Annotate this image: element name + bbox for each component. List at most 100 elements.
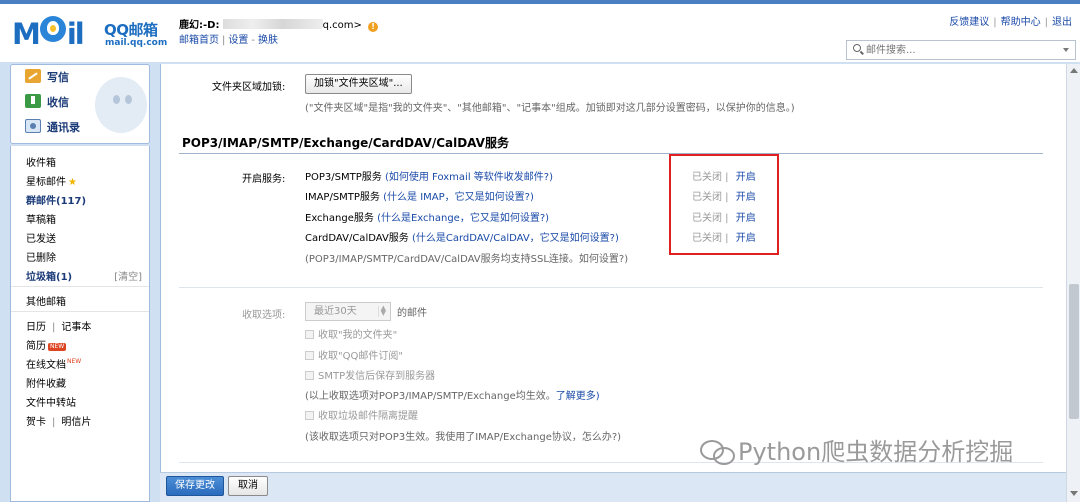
sidebar-item-resume[interactable]: 简历 NEW	[26, 337, 67, 352]
sidebar-folders: 收件箱 星标邮件 ★ 群邮件(117) 草稿箱 已发送 已删除 垃圾箱(1) [清…	[10, 146, 150, 502]
highlight-box	[669, 154, 779, 255]
checkbox-label: 收取"QQ邮件订阅"	[318, 351, 403, 362]
search-icon	[853, 44, 861, 52]
checkbox-icon[interactable]	[305, 351, 314, 360]
checkbox-icon[interactable]	[305, 411, 314, 420]
checkbox-smtp-save[interactable]: SMTP发信后保存到服务器	[305, 367, 435, 382]
receive-note-text: (以上收取选项对POP3/IMAP/SMTP/Exchange均生效。	[305, 391, 556, 402]
header: Mil QQ邮箱 mail.qq.com 鹿幻:-D: q.com> ! 邮箱首…	[0, 4, 1080, 62]
sidebar-item-sent[interactable]: 已发送	[26, 230, 56, 245]
watermark-text: Python爬虫数据分析挖掘	[738, 438, 1014, 466]
sidebar-item-inbox[interactable]: 收件箱	[26, 154, 56, 169]
logout-link[interactable]: 退出	[1052, 17, 1072, 28]
section-title: POP3/IMAP/SMTP/Exchange/CardDAV/CalDAV服务	[182, 136, 509, 150]
compose-label: 写信	[47, 71, 69, 84]
sidebar-item-file-transfer[interactable]: 文件中转站	[26, 394, 76, 409]
service-help-link[interactable]: (如何使用 Foxmail 等软件收发邮件?)	[385, 172, 553, 183]
contacts-button[interactable]: 通讯录	[25, 119, 80, 137]
receive-range-select[interactable]: 最近30天 ▲ ▼	[305, 302, 391, 321]
sidebar-item-other-mailbox[interactable]: 其他邮箱	[26, 293, 66, 308]
blurred-email	[222, 19, 323, 29]
logo-wordmark: Mil	[12, 16, 85, 51]
sidebar-item-greeting-card[interactable]: 贺卡	[26, 417, 46, 428]
action-bar: 保存更改 取消	[160, 472, 1066, 502]
learn-more-link[interactable]: 了解更多)	[556, 391, 600, 402]
settings-link[interactable]: 设置	[228, 35, 248, 46]
receive-suffix: 的邮件	[397, 308, 427, 319]
service-help-link[interactable]: (什么是CardDAV/CalDAV，它又是如何设置?)	[412, 233, 619, 244]
change-skin-link[interactable]: 换肤	[258, 35, 278, 46]
receive-range-value: 最近30天	[314, 306, 357, 317]
service-row-imap: IMAP/SMTP服务 (什么是 IMAP，它又是如何设置?)	[305, 188, 534, 203]
folder-lock-note: ("文件夹区域"是指"我的文件夹"、"其他邮箱"、"记事本"组成。加锁即对这几部…	[305, 103, 795, 114]
checkbox-label: SMTP发信后保存到服务器	[318, 371, 436, 382]
wechat-icon	[700, 438, 735, 465]
mail-search-input[interactable]	[866, 42, 1056, 58]
sidebar-item-spam[interactable]: 垃圾箱(1)	[26, 268, 72, 283]
scroll-down-icon[interactable]	[1070, 491, 1078, 496]
user-name: 鹿幻:-D:	[179, 20, 220, 31]
scroll-thumb[interactable]	[1069, 284, 1079, 419]
sidebar-item-attachments[interactable]: 附件收藏	[26, 375, 66, 390]
logo-letters-il: il	[66, 17, 85, 51]
receive-note: (以上收取选项对POP3/IMAP/SMTP/Exchange均生效。了解更多)	[305, 387, 600, 402]
qq-mail-logo[interactable]: Mil QQ邮箱 mail.qq.com	[12, 16, 168, 52]
service-row-carddav: CardDAV/CalDAV服务 (什么是CardDAV/CalDAV，它又是如…	[305, 229, 619, 244]
receive-label: 收信	[47, 96, 69, 109]
checkbox-label: 收取垃圾邮件隔离提醒	[318, 411, 418, 422]
sidebar-item-notebook[interactable]: 记事本	[61, 322, 91, 333]
receive-button[interactable]: 收信	[25, 94, 69, 112]
compose-icon	[25, 69, 41, 83]
new-badge: NEW	[67, 358, 82, 365]
sidebar-item-drafts[interactable]: 草稿箱	[26, 211, 56, 226]
service-name: CardDAV/CalDAV服务	[305, 233, 409, 244]
sidebar: 写信 收信 通讯录 收件箱 星标邮件 ★ 群邮件(117) 草稿箱 已发送 已删除…	[10, 64, 150, 502]
checkbox-icon[interactable]	[305, 330, 314, 339]
feedback-link[interactable]: 反馈建议	[949, 17, 989, 28]
save-button[interactable]: 保存更改	[166, 476, 224, 496]
help-center-link[interactable]: 帮助中心	[1001, 17, 1041, 28]
service-name: IMAP/SMTP服务	[305, 192, 380, 203]
watermark: Python爬虫数据分析挖掘	[700, 432, 1013, 467]
service-row-pop3: POP3/SMTP服务 (如何使用 Foxmail 等软件收发邮件?)	[305, 168, 553, 183]
sidebar-item-deleted[interactable]: 已删除	[26, 249, 56, 264]
folder-lock-button[interactable]: 加锁"文件夹区域"...	[305, 74, 412, 94]
sidebar-item-group[interactable]: 群邮件(117)	[26, 192, 86, 207]
logo-penguin-icon	[39, 16, 66, 42]
search-dropdown-icon[interactable]	[1063, 48, 1069, 52]
service-help-link[interactable]: (什么是 IMAP，它又是如何设置?)	[383, 192, 534, 203]
contacts-icon	[25, 119, 41, 133]
checkbox-spam-reminder[interactable]: 收取垃圾邮件隔离提醒	[305, 407, 418, 422]
sidebar-item-calendar[interactable]: 日历	[26, 322, 46, 333]
clear-spam-link[interactable]: [清空]	[114, 268, 142, 283]
sidebar-item-starred[interactable]: 星标邮件 ★	[26, 173, 77, 188]
top-right-links: 反馈建议 | 帮助中心 | 退出	[949, 17, 1072, 28]
section-divider	[179, 287, 1043, 288]
sidebar-item-online-doc[interactable]: 在线文档NEW	[26, 356, 81, 371]
checkbox-subscription[interactable]: 收取"QQ邮件订阅"	[305, 347, 403, 362]
checkbox-my-folder[interactable]: 收取"我的文件夹"	[305, 326, 397, 341]
warning-icon[interactable]: !	[368, 22, 379, 32]
service-name: POP3/SMTP服务	[305, 172, 382, 183]
mail-search-box[interactable]	[846, 40, 1076, 60]
account-links: 邮箱首页 | 设置 - 换肤	[179, 35, 278, 46]
scroll-up-icon[interactable]	[1070, 68, 1078, 73]
vertical-scrollbar[interactable]	[1066, 64, 1080, 502]
sidebar-item-postcard[interactable]: 明信片	[61, 417, 91, 428]
section-divider	[179, 153, 1043, 154]
enable-service-label: 开启服务:	[242, 174, 286, 185]
sidebar-divider	[11, 311, 149, 312]
logo-url-text: mail.qq.com	[105, 38, 168, 48]
cancel-button[interactable]: 取消	[228, 476, 268, 496]
user-email-suffix: q.com>	[322, 20, 362, 31]
checkbox-icon[interactable]	[305, 371, 314, 380]
starred-label: 星标邮件	[26, 177, 66, 188]
resume-label: 简历	[26, 341, 46, 352]
sidebar-calendar-row: 日历 | 记事本	[26, 322, 92, 333]
service-name: Exchange服务	[305, 213, 374, 224]
sidebar-divider	[11, 286, 149, 287]
service-help-link[interactable]: (什么是Exchange，它又是如何设置?)	[377, 213, 549, 224]
compose-button[interactable]: 写信	[25, 69, 69, 87]
mail-home-link[interactable]: 邮箱首页	[179, 35, 219, 46]
sidebar-quick-actions: 写信 收信 通讯录	[10, 64, 150, 144]
